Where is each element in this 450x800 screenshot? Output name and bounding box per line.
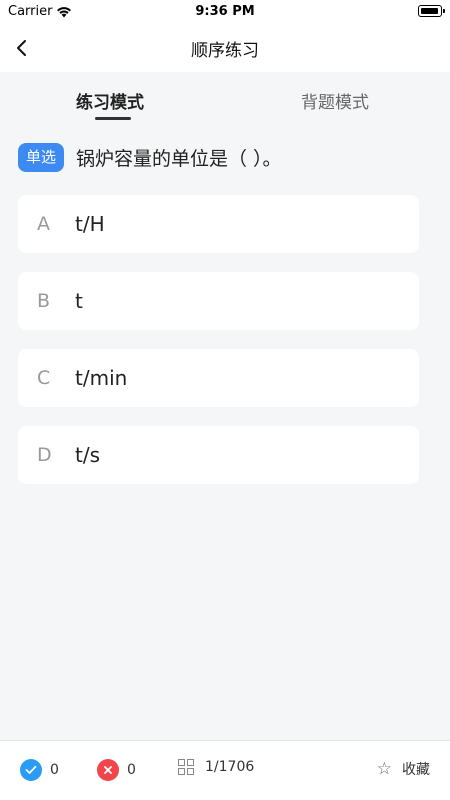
option-letter: C <box>37 367 51 389</box>
mode-tabs: 练习模式 背题模式 <box>0 72 450 128</box>
page-title: 顺序练习 <box>191 41 259 61</box>
nav-bar: 顺序练习 <box>0 24 450 72</box>
favorite-label: 收藏 <box>402 762 430 778</box>
option-a[interactable]: A t/H <box>18 195 419 253</box>
question: 单选 锅炉容量的单位是（ ）。 <box>18 143 432 172</box>
option-letter: D <box>37 444 52 466</box>
correct-count-value: 0 <box>50 762 59 778</box>
option-text: t/s <box>75 443 100 467</box>
favorite-button[interactable]: ☆ 收藏 <box>377 759 430 779</box>
option-letter: A <box>37 213 50 235</box>
bottom-bar: 0 0 1/1706 ☆ 收藏 <box>0 740 450 800</box>
option-d[interactable]: D t/s <box>18 426 419 484</box>
star-icon: ☆ <box>376 759 392 779</box>
status-bar: Carrier 9:36 PM <box>0 0 450 24</box>
option-text: t/H <box>75 212 105 236</box>
active-tab-indicator <box>95 117 131 120</box>
status-right <box>418 5 445 17</box>
tab-practice-mode[interactable]: 练习模式 <box>76 88 144 113</box>
back-button[interactable] <box>4 30 40 66</box>
battery-icon <box>418 5 445 17</box>
wrong-count: 0 <box>97 759 136 781</box>
check-icon <box>20 759 42 781</box>
wrong-count-value: 0 <box>127 762 136 778</box>
options-list: A t/H B t C t/min D t/s <box>18 195 419 503</box>
question-text: 锅炉容量的单位是（ ）。 <box>76 148 282 170</box>
cross-icon <box>97 759 119 781</box>
question-progress-button[interactable]: 1/1706 <box>178 759 254 775</box>
tab-recite-mode[interactable]: 背题模式 <box>301 88 369 113</box>
status-time: 9:36 PM <box>195 4 255 19</box>
progress-text: 1/1706 <box>205 759 255 775</box>
option-c[interactable]: C t/min <box>18 349 419 407</box>
option-text: t/min <box>75 366 128 390</box>
option-b[interactable]: B t <box>18 272 419 330</box>
chevron-left-icon <box>17 40 26 56</box>
correct-count: 0 <box>20 759 59 781</box>
option-text: t <box>75 289 83 313</box>
question-type-badge: 单选 <box>18 143 65 172</box>
grid-icon <box>178 759 194 775</box>
option-letter: B <box>37 290 51 312</box>
